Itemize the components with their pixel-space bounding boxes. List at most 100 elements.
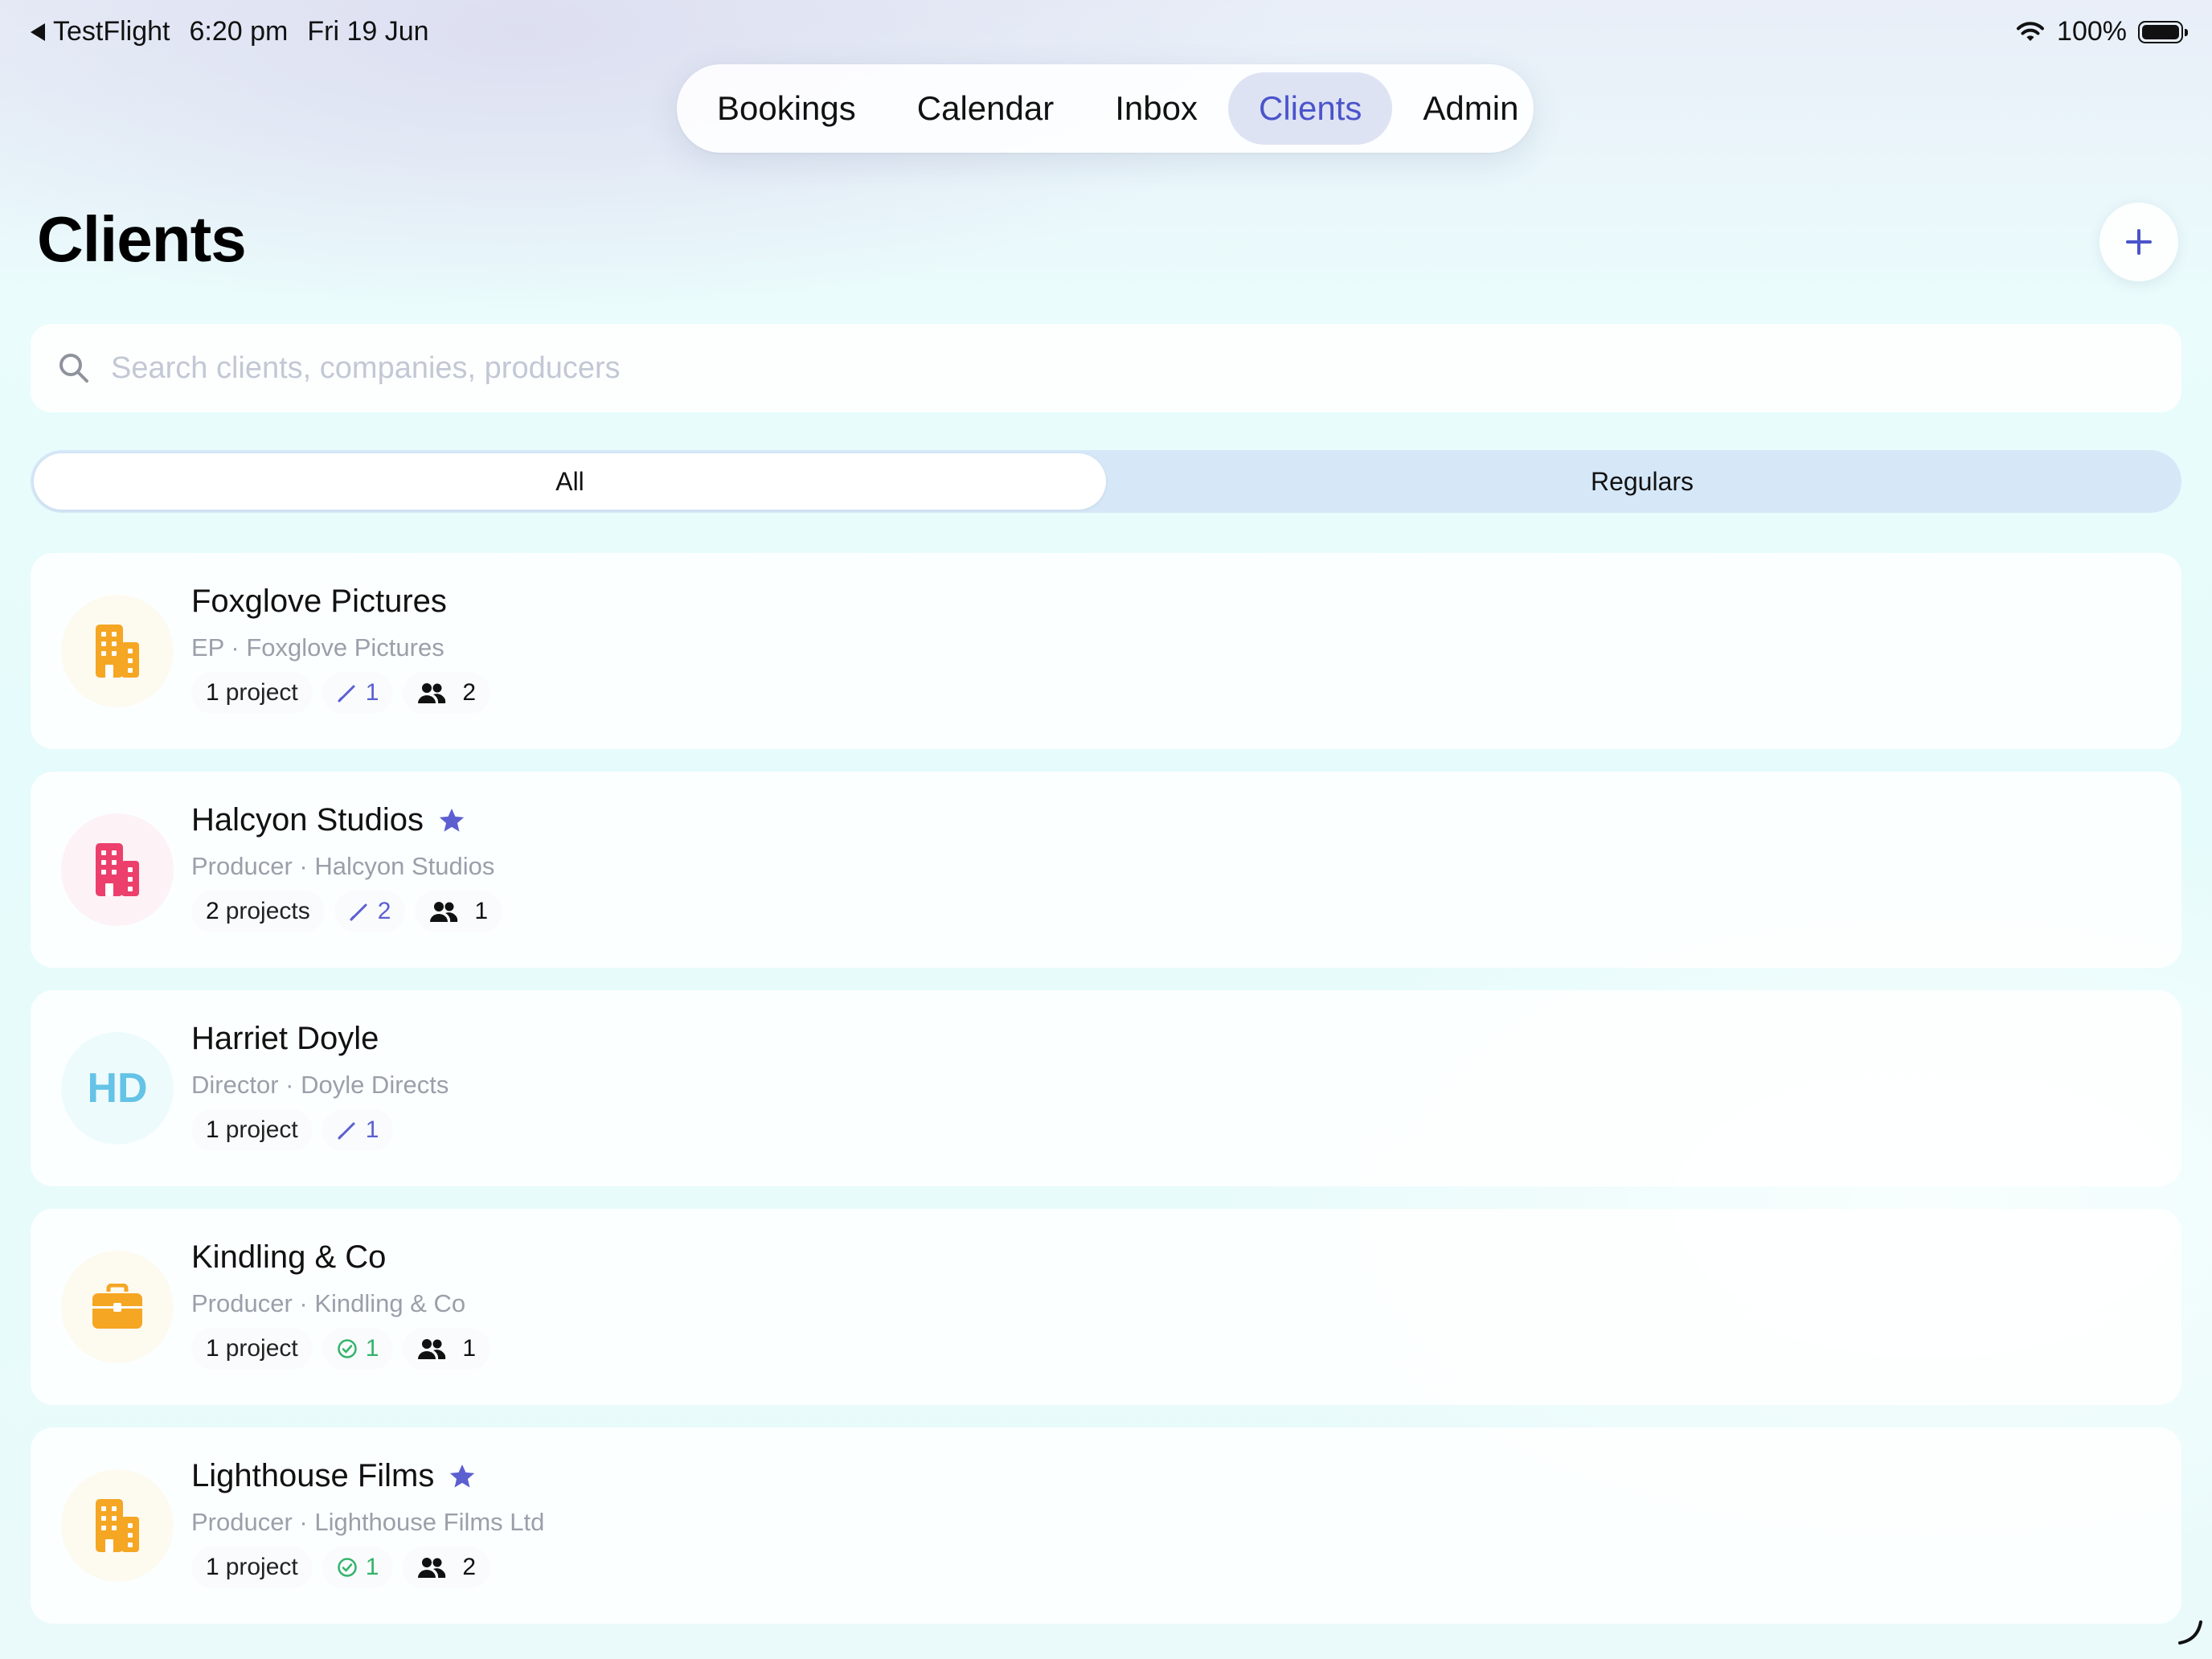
in-progress-count-chip: 2: [334, 891, 406, 932]
star-icon: [436, 805, 467, 836]
client-subtitle: EP · Foxglove Pictures: [191, 633, 444, 662]
client-avatar: HD: [61, 1032, 174, 1145]
tab-calendar[interactable]: Calendar: [887, 72, 1084, 145]
back-app-label: TestFlight: [53, 16, 170, 47]
pencil-icon: [337, 682, 358, 703]
client-name: Halcyon Studios: [191, 802, 424, 838]
client-stats-row: 1 project 1 1: [191, 1328, 491, 1370]
projects-unit: project: [225, 679, 298, 706]
tab-admin[interactable]: Admin: [1392, 72, 1549, 145]
client-subtitle: Producer · Kindling & Co: [191, 1289, 466, 1317]
page-title: Clients: [37, 203, 247, 275]
client-avatar: [61, 813, 174, 926]
battery-fill: [2142, 24, 2179, 39]
building-icon: [94, 1497, 141, 1554]
client-name: Foxglove Pictures: [191, 584, 447, 619]
projects-unit: project: [225, 1116, 298, 1143]
pencil-icon: [349, 901, 370, 922]
check-circle-icon: [337, 1338, 358, 1359]
in-progress-count-chip: 1: [322, 1109, 394, 1151]
client-stats-row: 1 project 1 2: [191, 672, 491, 714]
projects-count: 1: [206, 1335, 219, 1362]
status-bar: TestFlight 6:20 pm Fri 19 Jun 100%: [0, 0, 2212, 64]
client-filter-segmented-control: All Regulars: [31, 450, 2181, 513]
client-subtitle: Producer · Halcyon Studios: [191, 852, 495, 880]
client-stats-row: 2 projects 2 1: [191, 891, 503, 932]
status-date: Fri 19 Jun: [307, 16, 429, 47]
client-subtitle: Director · Doyle Directs: [191, 1071, 449, 1099]
status-left: TestFlight 6:20 pm Fri 19 Jun: [31, 16, 429, 47]
tab-bookings[interactable]: Bookings: [686, 72, 887, 145]
projects-count: 2: [206, 898, 219, 924]
in-progress-count-chip: 1: [322, 672, 394, 714]
projects-count: 1: [206, 1554, 219, 1580]
back-caret-icon: [31, 23, 45, 41]
client-avatar: [61, 595, 174, 707]
tab-inbox[interactable]: Inbox: [1084, 72, 1228, 145]
briefcase-icon: [91, 1284, 144, 1330]
client-name: Lighthouse Films: [191, 1458, 435, 1493]
projects-count-chip: 1 project: [191, 1328, 313, 1370]
client-avatar: [61, 1469, 174, 1582]
completed-count-chip: 1: [322, 1546, 394, 1588]
client-name: Harriet Doyle: [191, 1021, 379, 1056]
projects-unit: project: [225, 1554, 298, 1580]
client-avatar: [61, 1251, 174, 1363]
star-icon: [447, 1461, 477, 1492]
contacts-count-chip: 1: [403, 1328, 491, 1370]
search-input[interactable]: [109, 350, 2042, 387]
contacts-count: 1: [462, 1335, 477, 1362]
top-tab-bar: Bookings Calendar Inbox Clients Admin: [677, 64, 1534, 153]
client-card[interactable]: HD Harriet Doyle Director · Doyle Directs 1…: [31, 990, 2181, 1186]
contacts-count: 2: [462, 679, 477, 706]
search-icon: [59, 354, 88, 383]
contacts-count-chip: 2: [403, 672, 491, 714]
search-bar[interactable]: [31, 324, 2181, 412]
client-name-row: Harriet Doyle: [191, 1021, 379, 1057]
client-card[interactable]: Halcyon Studios Producer · Halcyon Studio…: [31, 772, 2181, 968]
client-card[interactable]: Foxglove Pictures EP · Foxglove Pictures 1…: [31, 553, 2181, 749]
projects-count-chip: 1 project: [191, 672, 313, 714]
contacts-count: 1: [474, 898, 489, 924]
people-icon: [417, 682, 446, 704]
contacts-count-chip: 1: [415, 891, 503, 932]
completed-count-chip: 1: [322, 1328, 394, 1370]
projects-count: 1: [206, 1116, 219, 1143]
client-list: Foxglove Pictures EP · Foxglove Pictures 1…: [31, 553, 2181, 1646]
scroll-indicator-icon: [2178, 1620, 2202, 1645]
people-icon: [417, 1337, 446, 1360]
contacts-count: 2: [462, 1554, 477, 1580]
client-subtitle: Producer · Lighthouse Films Ltd: [191, 1508, 545, 1536]
check-circle-icon: [337, 1557, 358, 1578]
building-icon: [94, 623, 141, 679]
projects-unit: projects: [225, 898, 310, 924]
client-name-row: Kindling & Co: [191, 1239, 386, 1276]
building-icon: [94, 842, 141, 898]
add-client-button[interactable]: [2099, 203, 2178, 281]
client-name-row: Halcyon Studios: [191, 802, 467, 838]
wifi-icon: [2017, 21, 2045, 41]
battery-percentage: 100%: [2057, 16, 2127, 47]
tab-clients[interactable]: Clients: [1227, 72, 1393, 145]
pencil-icon: [337, 1120, 358, 1141]
client-stats-row: 1 project 1 2: [191, 1546, 491, 1588]
client-name-row: Foxglove Pictures: [191, 584, 447, 620]
projects-count: 1: [206, 679, 219, 706]
status-count: 1: [365, 1116, 379, 1143]
segment-all[interactable]: All: [34, 453, 1106, 510]
projects-count-chip: 1 project: [191, 1546, 313, 1588]
projects-unit: project: [225, 1335, 298, 1362]
avatar-initials: HD: [87, 1065, 148, 1112]
client-name-row: Lighthouse Films: [191, 1458, 477, 1494]
status-count: 2: [377, 898, 391, 924]
segment-regulars[interactable]: Regulars: [1106, 453, 2178, 510]
status-time: 6:20 pm: [189, 16, 289, 47]
contacts-count-chip: 2: [403, 1546, 491, 1588]
people-icon: [417, 1556, 446, 1579]
client-card[interactable]: Kindling & Co Producer · Kindling & Co 1 pr…: [31, 1209, 2181, 1405]
client-stats-row: 1 project 1: [191, 1109, 394, 1151]
back-to-app-button[interactable]: TestFlight: [31, 16, 170, 47]
plus-icon: [2126, 229, 2152, 255]
battery-icon: [2138, 20, 2188, 43]
client-card[interactable]: Lighthouse Films Producer · Lighthouse Fi…: [31, 1428, 2181, 1624]
